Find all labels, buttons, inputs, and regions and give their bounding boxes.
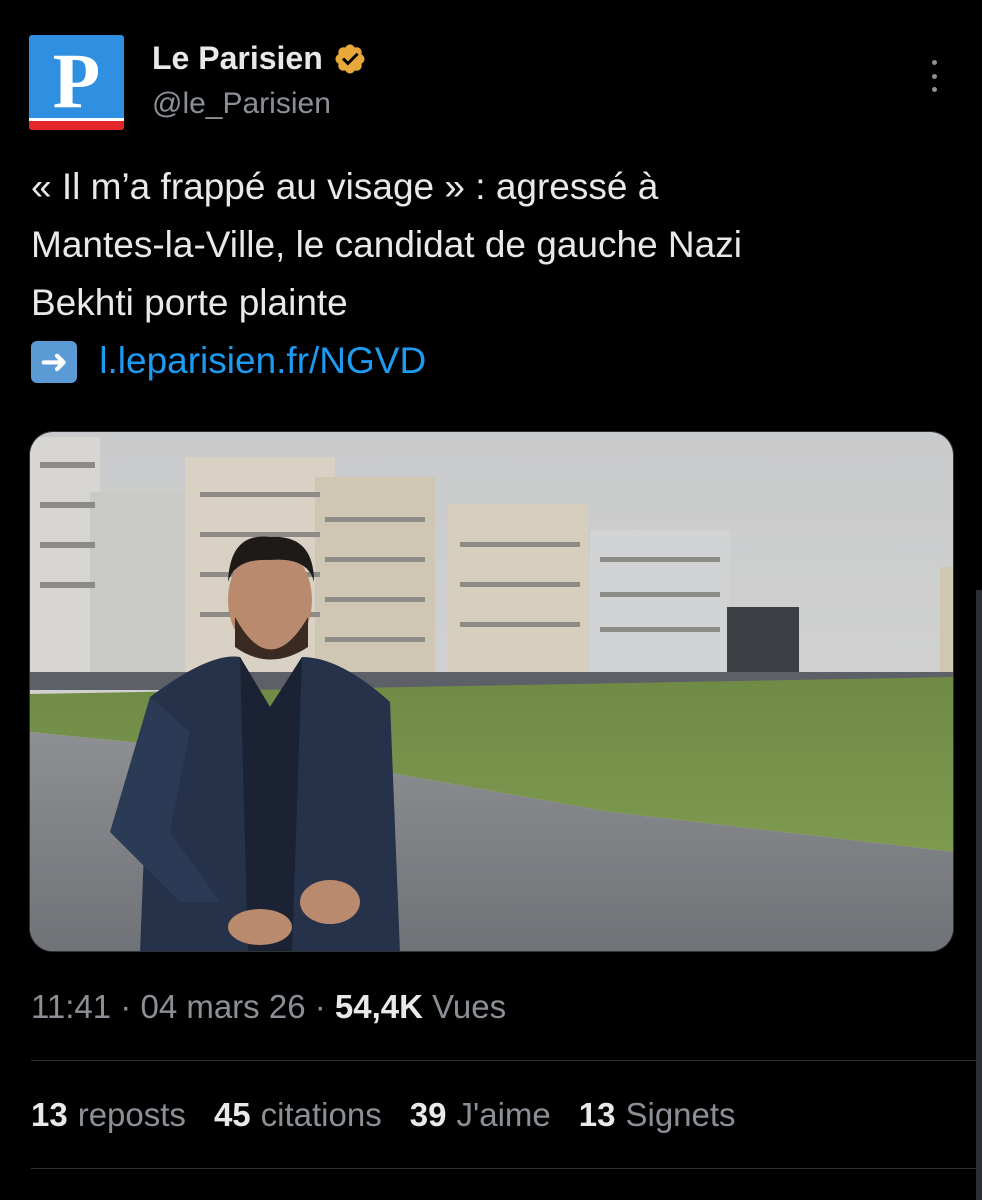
views-label: Vues [432,988,507,1025]
tweet-photo[interactable] [29,431,954,952]
divider [31,1168,982,1169]
stat-count: 13 [31,1096,68,1133]
photo-icon [30,432,953,951]
stat-count: 39 [409,1096,447,1133]
account-handle[interactable]: @le_Parisien [152,87,331,121]
scrollbar[interactable] [976,590,982,1200]
more-options-icon[interactable] [920,56,948,96]
divider [31,1060,982,1061]
stat-count: 45 [213,1096,251,1133]
tweet-page: P Le Parisien @le_Parisien « Il m’a frap… [0,0,982,1200]
avatar[interactable]: P [29,35,124,130]
stat-bookmarks[interactable]: 13 Signets [579,1096,736,1134]
link-row: ➜ l.leparisien.fr/NGVD [31,332,961,390]
meta-separator: · [111,988,141,1025]
verified-badge-icon [335,43,365,74]
tweet-text-line: Mantes-la-Ville, le candidat de gauche N… [31,224,742,265]
account-name[interactable]: Le Parisien [152,40,323,77]
stat-likes[interactable]: 39 J'aime [410,1096,551,1134]
avatar-letter: P [52,37,101,124]
tweet-date[interactable]: 04 mars 26 [140,988,305,1025]
stat-citations[interactable]: 45 citations [214,1096,382,1134]
meta-separator: · [305,988,335,1025]
tweet-text: « Il m’a frappé au visage » : agressé à … [31,158,961,390]
account-name-row[interactable]: Le Parisien [152,40,367,77]
stat-count: 13 [578,1096,616,1133]
tweet-meta: 11:41 · 04 mars 26 · 54,4K Vues [31,988,506,1026]
engagement-stats: 13 reposts 45 citations 39 J'aime 13 Signets [31,1096,736,1134]
views-count: 54,4K [334,988,423,1025]
article-link[interactable]: l.leparisien.fr/NGVD [99,340,426,381]
stat-label: reposts [77,1096,186,1133]
stat-label: citations [260,1096,382,1133]
tweet-time[interactable]: 11:41 [31,988,111,1025]
avatar-red-bar [29,118,124,130]
stat-label: J'aime [456,1096,551,1133]
tweet-text-line: Bekhti porte plainte [31,282,348,323]
tweet-text-line: « Il m’a frappé au visage » : agressé à [31,166,659,207]
stat-label: Signets [625,1096,736,1133]
right-arrow-emoji-icon: ➜ [31,341,77,383]
stat-reposts[interactable]: 13 reposts [31,1096,186,1134]
